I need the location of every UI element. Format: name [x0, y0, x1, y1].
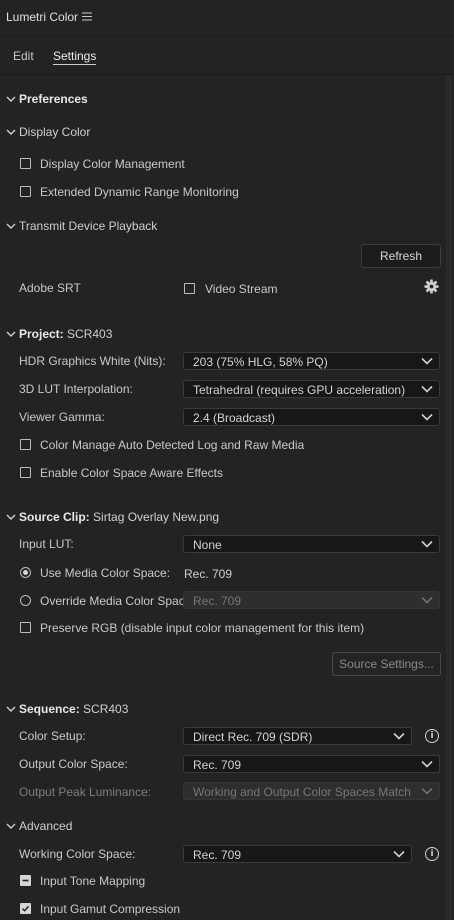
chevron-down-icon — [421, 385, 433, 393]
lut-interpolation-dropdown[interactable]: Tetrahedral (requires GPU acceleration) — [183, 380, 440, 398]
video-stream-checkbox[interactable] — [184, 283, 195, 294]
input-lut-label: Input LUT: — [19, 537, 74, 551]
lut-interpolation-label: 3D LUT Interpolation: — [19, 382, 133, 396]
section-project[interactable]: Project: SCR403 — [19, 327, 112, 341]
media-color-space-value: Rec. 709 — [184, 567, 233, 581]
tab-edit[interactable]: Edit — [13, 49, 34, 63]
checkmark-icon — [21, 905, 30, 912]
extended-dynamic-range-checkbox[interactable] — [20, 186, 31, 197]
section-advanced[interactable]: Advanced — [19, 819, 72, 833]
scrollbar[interactable] — [446, 75, 452, 920]
output-color-space-dropdown[interactable]: Rec. 709 — [183, 755, 440, 773]
tab-settings[interactable]: Settings — [53, 49, 97, 65]
color-setup-label: Color Setup: — [19, 729, 86, 743]
chevron-down-icon[interactable] — [6, 820, 16, 834]
chevron-down-icon — [421, 596, 433, 604]
hdr-graphics-white-dropdown[interactable]: 203 (75% HLG, 58% PQ) — [183, 352, 440, 370]
info-icon[interactable]: i — [425, 729, 439, 743]
working-color-space-label: Working Color Space: — [19, 847, 136, 861]
input-gamut-compression-label: Input Gamut Compression — [40, 902, 181, 916]
use-media-color-space-label: Use Media Color Space: — [40, 566, 171, 580]
color-space-aware-effects-label: Enable Color Space Aware Effects — [40, 466, 223, 480]
output-peak-luminance-label: Output Peak Luminance: — [19, 785, 152, 799]
input-tone-mapping-checkbox[interactable] — [20, 875, 31, 886]
source-settings-button[interactable]: Source Settings... — [332, 652, 441, 676]
input-lut-dropdown[interactable]: None — [183, 535, 440, 553]
chevron-down-icon[interactable] — [6, 328, 16, 342]
section-display-color[interactable]: Display Color — [19, 125, 90, 139]
chevron-down-icon — [421, 760, 433, 768]
section-preferences[interactable]: Preferences — [19, 92, 88, 106]
override-media-color-space-radio[interactable] — [20, 595, 31, 606]
viewer-gamma-dropdown[interactable]: 2.4 (Broadcast) — [183, 408, 440, 426]
override-media-color-space-label: Override Media Color Space: — [40, 594, 195, 608]
panel-title: Lumetri Color — [6, 10, 79, 24]
hamburger-icon[interactable] — [82, 10, 92, 24]
chevron-down-icon — [421, 540, 433, 548]
color-manage-auto-detected-checkbox[interactable] — [20, 439, 31, 450]
chevron-down-icon — [393, 732, 405, 740]
section-sequence[interactable]: Sequence: SCR403 — [19, 702, 128, 716]
section-source-clip[interactable]: Source Clip: Sirtag Overlay New.png — [19, 510, 219, 524]
chevron-down-icon[interactable] — [6, 126, 16, 140]
color-space-aware-effects-checkbox[interactable] — [20, 467, 31, 478]
chevron-down-icon[interactable] — [6, 511, 16, 525]
gear-icon[interactable] — [424, 279, 439, 297]
viewer-gamma-label: Viewer Gamma: — [19, 410, 105, 424]
override-media-color-space-dropdown: Rec. 709 — [183, 591, 440, 609]
chevron-down-icon — [421, 413, 433, 421]
chevron-down-icon — [393, 850, 405, 858]
output-peak-luminance-dropdown: Working and Output Color Spaces Match — [183, 782, 440, 800]
color-manage-auto-detected-label: Color Manage Auto Detected Log and Raw M… — [40, 438, 305, 452]
section-transmit-device-playback[interactable]: Transmit Device Playback — [19, 219, 157, 233]
input-tone-mapping-label: Input Tone Mapping — [40, 874, 146, 888]
adobe-srt-label: Adobe SRT — [19, 281, 81, 295]
chevron-down-icon[interactable] — [6, 703, 16, 717]
display-color-management-checkbox[interactable] — [20, 158, 31, 169]
preserve-rgb-checkbox[interactable] — [20, 622, 31, 633]
chevron-down-icon[interactable] — [6, 93, 16, 107]
use-media-color-space-radio[interactable] — [20, 567, 31, 578]
preserve-rgb-label: Preserve RGB (disable input color manage… — [40, 621, 365, 635]
extended-dynamic-range-label: Extended Dynamic Range Monitoring — [40, 185, 239, 199]
video-stream-label: Video Stream — [205, 282, 278, 296]
minus-icon — [22, 879, 29, 882]
display-color-management-label: Display Color Management — [40, 157, 185, 171]
chevron-down-icon — [421, 357, 433, 365]
hdr-graphics-white-label: HDR Graphics White (Nits): — [19, 354, 166, 368]
tabs-divider — [0, 74, 454, 75]
output-color-space-label: Output Color Space: — [19, 757, 128, 771]
working-color-space-dropdown[interactable]: Rec. 709 — [183, 845, 412, 863]
header-divider — [0, 36, 454, 37]
color-setup-dropdown[interactable]: Direct Rec. 709 (SDR) — [183, 727, 412, 745]
chevron-down-icon — [421, 787, 433, 795]
info-icon[interactable]: i — [425, 847, 439, 861]
chevron-down-icon[interactable] — [6, 220, 16, 234]
refresh-button[interactable]: Refresh — [361, 244, 441, 268]
input-gamut-compression-checkbox[interactable] — [20, 903, 31, 914]
